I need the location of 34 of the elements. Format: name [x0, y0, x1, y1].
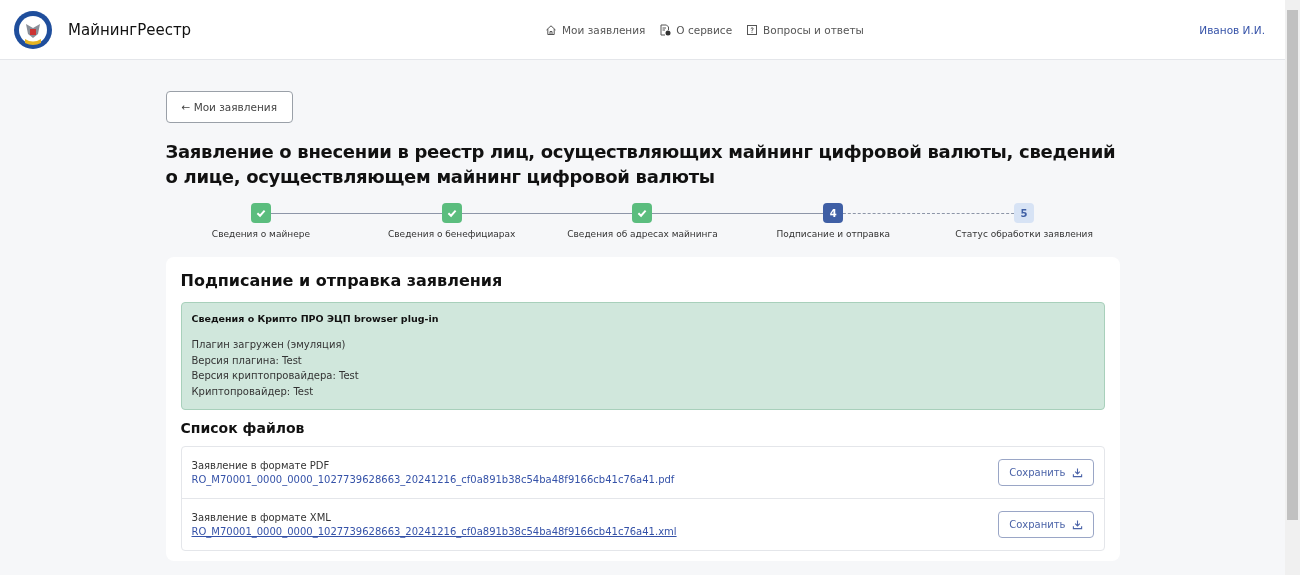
file-label: Заявление в формате XML	[191, 512, 332, 523]
page-title: Заявление о внесении в реестр лиц, осуществляющих майнинг цифровой валюты, сведений о лице, осуществляющем майнинг цифровой валюты	[165, 140, 1117, 189]
back-button[interactable]: ← Мои заявления	[165, 91, 293, 123]
step-label: Статус обработки заявления	[955, 229, 1093, 239]
step-label: Сведения об адресах майнинга	[567, 229, 718, 239]
file-link[interactable]: RO_M70001_0000_0000_1027739628663_20241216_cf0a891b38c54ba48f9166cb41c76a41.xml	[191, 526, 999, 537]
step-marker: 5	[1014, 203, 1035, 223]
nav-link[interactable]: О сервисе	[659, 23, 733, 36]
nav-link[interactable]: Вопросы и ответы	[746, 23, 864, 36]
download-icon	[1071, 467, 1083, 478]
save-button[interactable]: Сохранить	[998, 511, 1094, 538]
emblem-logo	[13, 9, 53, 50]
info-title: Сведения о Крипто ПРО ЭЦП browser plug-in	[191, 313, 440, 324]
home-icon	[545, 23, 557, 36]
info-line: Версия криптопровайдера: Test	[191, 369, 360, 383]
help-icon	[746, 23, 759, 36]
user-name-link[interactable]: Иванов И.И.	[1199, 23, 1265, 36]
step-label: Сведения о майнере	[211, 229, 310, 239]
document-icon	[659, 23, 672, 36]
file-link[interactable]: RO_M70001_0000_0000_1027739628663_20241216_cf0a891b38c54ba48f9166cb41c76a41.pdf	[191, 474, 999, 485]
step-label: Сведения о бенефициарах	[388, 229, 516, 239]
nav-link[interactable]: Мои заявления	[545, 23, 646, 36]
scrollbar[interactable]	[1285, 0, 1300, 575]
file-label: Заявление в формате PDF	[191, 460, 331, 471]
files-heading: Список файлов	[180, 420, 306, 436]
download-icon	[1071, 519, 1083, 530]
info-line: Криптопровайдер: Test	[191, 384, 315, 399]
card-heading: Подписание и отправка заявления	[180, 271, 504, 290]
step-marker: 4	[823, 203, 844, 223]
save-button[interactable]: Сохранить	[998, 459, 1094, 486]
info-line: Плагин загружен (эмуляция)	[191, 338, 347, 352]
info-line: Версия плагина: Test	[191, 353, 303, 368]
step-label: Подписание и отправка	[776, 229, 891, 239]
brand-name: МайнингРеестр	[68, 20, 192, 39]
